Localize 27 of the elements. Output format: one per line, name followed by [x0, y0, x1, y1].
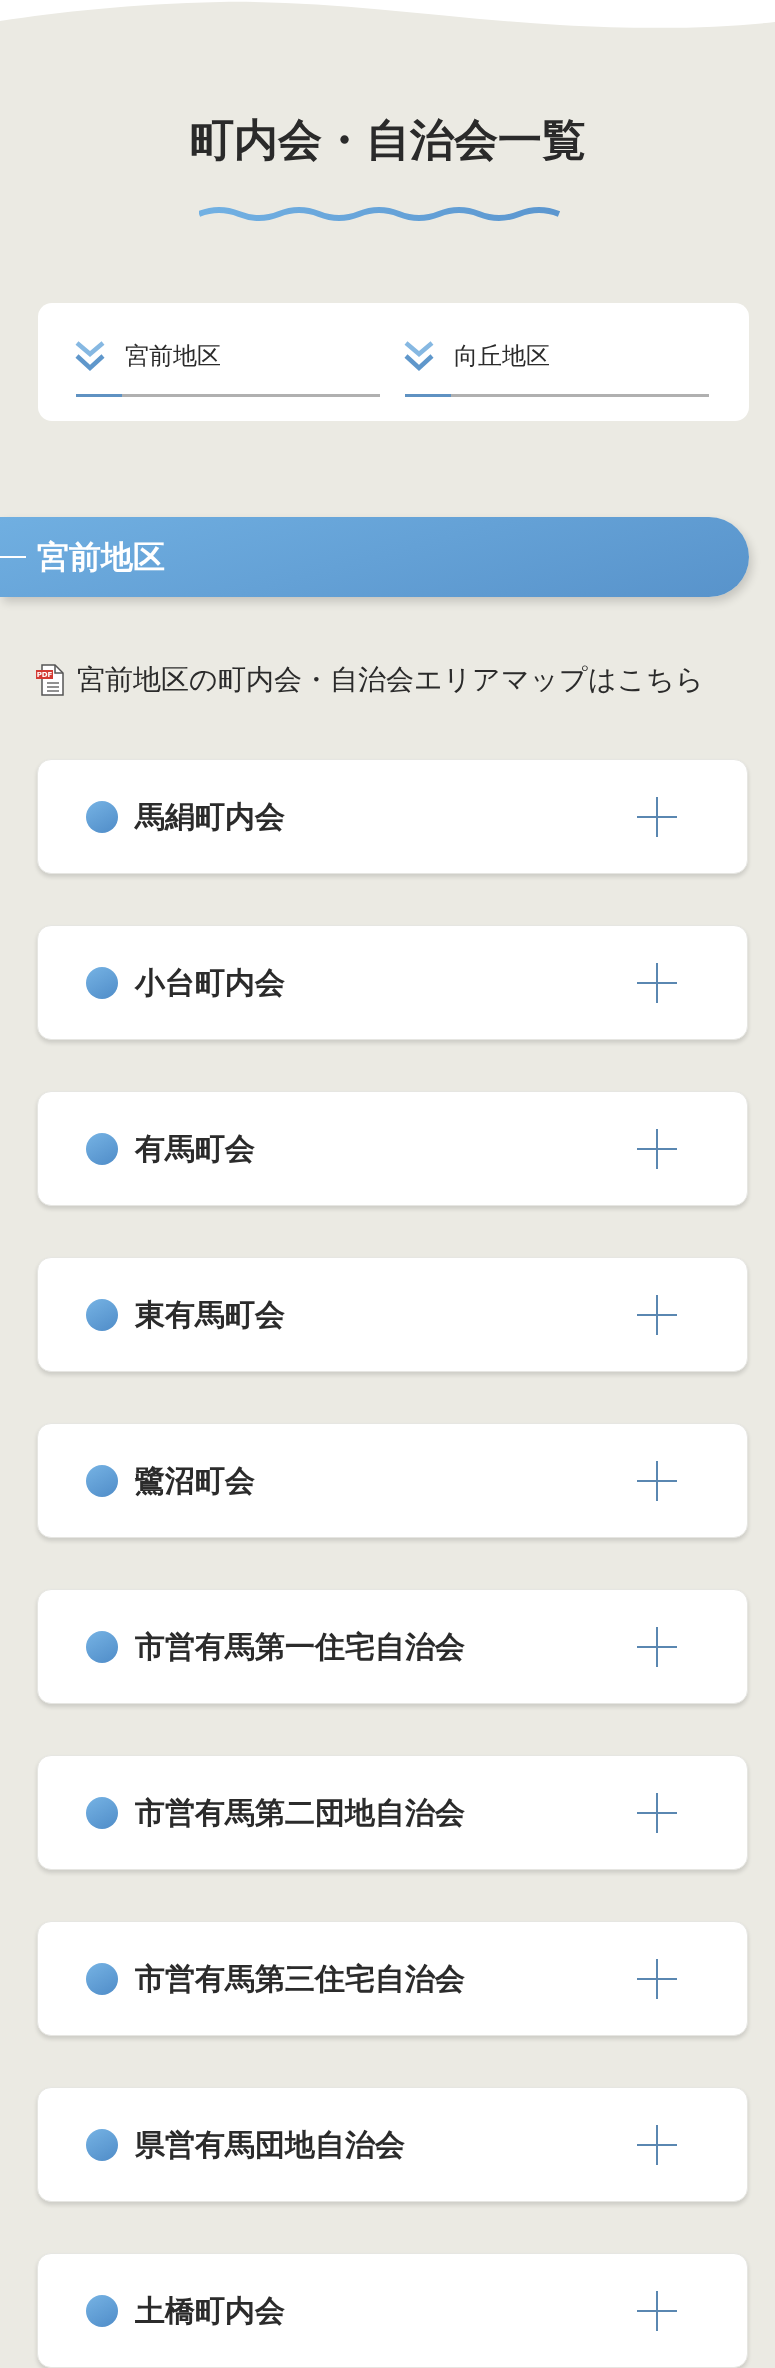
- accordion-header[interactable]: 市営有馬第一住宅自治会: [37, 1589, 748, 1704]
- dot-icon: [86, 1298, 118, 1331]
- page-title: 町内会・自治会一覧: [189, 113, 586, 167]
- dot-icon: [86, 1962, 118, 1995]
- accordion-header[interactable]: 東有馬町会: [37, 1257, 748, 1372]
- accordion-header[interactable]: 市営有馬第二団地自治会: [37, 1755, 748, 1870]
- dot-icon: [86, 1132, 118, 1165]
- dot-icon: [86, 1630, 118, 1663]
- district-tab[interactable]: 向丘地区: [405, 340, 709, 421]
- dot-icon: [86, 2128, 118, 2161]
- accordion-header[interactable]: 鷺沼町会: [37, 1423, 748, 1538]
- dash-icon: [0, 555, 26, 558]
- dot-icon: [86, 966, 118, 999]
- dot-icon: [86, 1796, 118, 1829]
- accordion-header[interactable]: 市営有馬第三住宅自治会: [37, 1921, 748, 2036]
- accordion-header[interactable]: 土橋町内会: [37, 2253, 748, 2368]
- dot-icon: [86, 800, 118, 833]
- district-tab[interactable]: 宮前地区: [76, 340, 380, 421]
- accordion-header[interactable]: 馬絹町内会: [37, 759, 748, 874]
- accordion-header[interactable]: 小台町内会: [37, 925, 748, 1040]
- double-chevron-icon: [75, 340, 105, 372]
- section-title: 宮前地区: [37, 536, 165, 577]
- dot-icon: [86, 1464, 118, 1497]
- accordion-header[interactable]: 県営有馬団地自治会: [37, 2087, 748, 2202]
- accordion-header[interactable]: 有馬町会: [37, 1091, 748, 1206]
- double-chevron-icon: [404, 340, 434, 372]
- dot-icon: [86, 2294, 118, 2327]
